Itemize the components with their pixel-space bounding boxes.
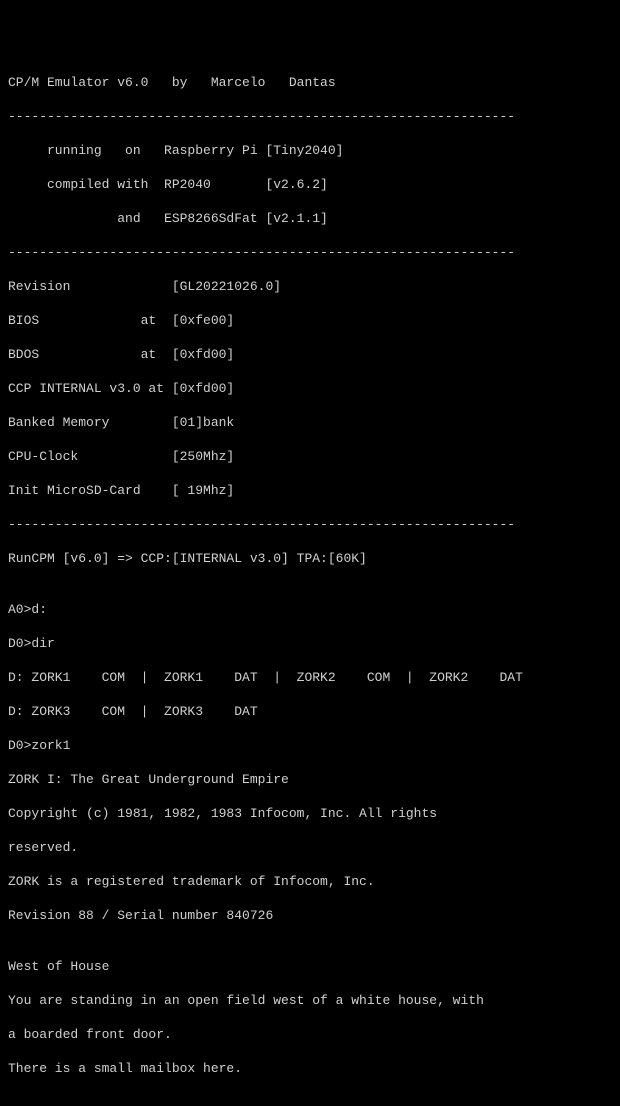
revision-line: Revision [GL20221026.0] [8,278,612,295]
bios-line: BIOS at [0xfe00] [8,312,612,329]
sdcard-line: Init MicroSD-Card [ 19Mhz] [8,482,612,499]
divider: ----------------------------------------… [8,516,612,533]
command-dir: D0>dir [8,635,612,652]
room-name: West of House [8,958,612,975]
sysinfo-and: and ESP8266SdFat [v2.1.1] [8,210,612,227]
divider: ----------------------------------------… [8,244,612,261]
sysinfo-compiled: compiled with RP2040 [v2.6.2] [8,176,612,193]
dir-listing-row: D: ZORK1 COM | ZORK1 DAT | ZORK2 COM | Z… [8,669,612,686]
zork-copyright: reserved. [8,839,612,856]
room-description: You are standing in an open field west o… [8,992,612,1009]
zork-copyright: Copyright (c) 1981, 1982, 1983 Infocom, … [8,805,612,822]
ccp-line: CCP INTERNAL v3.0 at [0xfd00] [8,380,612,397]
zork-revision: Revision 88 / Serial number 840726 [8,907,612,924]
room-description: There is a small mailbox here. [8,1060,612,1077]
command-drive-change: A0>d: [8,601,612,618]
sysinfo-running: running on Raspberry Pi [Tiny2040] [8,142,612,159]
cpu-clock-line: CPU-Clock [250Mhz] [8,448,612,465]
zork-title: ZORK I: The Great Underground Empire [8,771,612,788]
emulator-header: CP/M Emulator v6.0 by Marcelo Dantas [8,74,612,91]
bdos-line: BDOS at [0xfd00] [8,346,612,363]
command-launch-zork: D0>zork1 [8,737,612,754]
dir-listing-row: D: ZORK3 COM | ZORK3 DAT [8,703,612,720]
divider: ----------------------------------------… [8,108,612,125]
room-description: a boarded front door. [8,1026,612,1043]
zork-trademark: ZORK is a registered trademark of Infoco… [8,873,612,890]
banked-memory-line: Banked Memory [01]bank [8,414,612,431]
